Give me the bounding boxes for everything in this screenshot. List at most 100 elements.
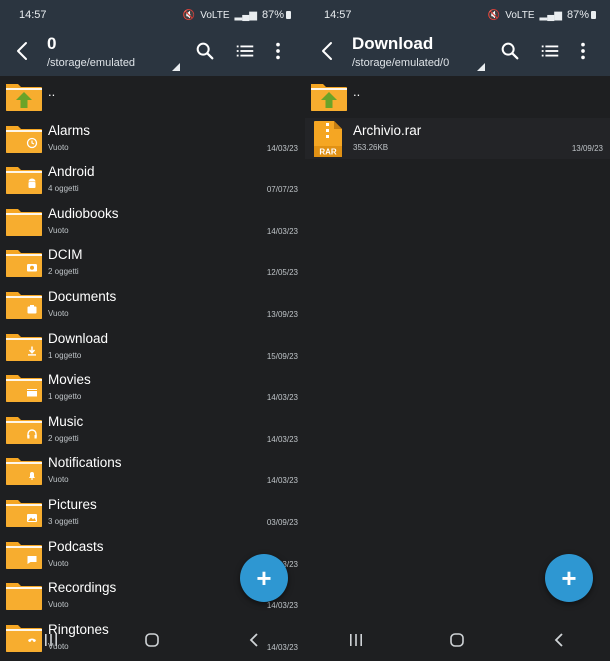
item-name: Recordings [48, 580, 117, 596]
mute-icon: 🔇 [487, 9, 501, 21]
item-meta: Vuoto [48, 225, 69, 235]
item-date: 07/07/23 [266, 185, 298, 195]
list-view-icon[interactable] [234, 40, 256, 62]
item-name: Music [48, 413, 84, 429]
music-folder-icon [6, 416, 42, 444]
battery: 87% [567, 9, 596, 21]
file-list: .. RAR Archivio.rar 353.26KB 13/09/23 [305, 76, 610, 160]
item-date: 13/09/23 [571, 143, 603, 153]
item-date: 03/09/23 [266, 517, 298, 527]
navigation-bar [305, 619, 610, 661]
add-fab-button[interactable]: + [240, 554, 288, 602]
item-meta: 3 oggetti [48, 516, 79, 526]
right-screen: 14:57 🔇 VoLTE ▂▄▆ 87% Download /storage/… [305, 0, 610, 661]
bell-folder-icon [6, 458, 42, 486]
back-nav-icon [554, 633, 563, 647]
path-subtitle: /storage/emulated/0 [352, 57, 450, 69]
item-meta: 1 oggetto [48, 350, 82, 360]
home-button[interactable] [437, 625, 477, 655]
search-icon[interactable] [499, 40, 521, 62]
alarm-folder-icon [6, 125, 42, 153]
more-options-icon[interactable] [267, 40, 289, 62]
add-fab-button[interactable]: + [545, 554, 593, 602]
status-bar: 14:57 🔇 VoLTE ▂▄▆ 87% [305, 0, 610, 30]
title-block[interactable]: 0 /storage/emulated [47, 34, 135, 69]
path-subtitle: /storage/emulated [47, 57, 136, 69]
list-item[interactable]: DCIM 2 oggetti 12/05/23 [0, 242, 305, 284]
home-button[interactable] [132, 625, 172, 655]
parent-directory-row[interactable]: .. [0, 76, 305, 118]
item-meta: Vuoto [48, 308, 69, 318]
item-meta: Vuoto [48, 475, 69, 485]
battery-icon [591, 11, 596, 19]
page-title: 0 [47, 34, 57, 53]
item-date: 14/03/23 [266, 143, 298, 153]
item-name: .. [48, 84, 56, 99]
list-item[interactable]: Notifications Vuoto 14/03/23 [0, 450, 305, 492]
rar-badge-label: RAR [319, 147, 337, 156]
item-date: 14/03/23 [266, 226, 298, 236]
list-item[interactable]: Music 2 oggetti 14/03/23 [0, 409, 305, 451]
parent-folder-icon [311, 84, 347, 111]
item-meta: Vuoto [48, 142, 69, 152]
signal-icon: ▂▄▆ [539, 9, 562, 21]
item-meta: Vuoto [48, 558, 69, 568]
title-block[interactable]: Download /storage/emulated/0 [352, 34, 449, 69]
image-folder-icon [6, 499, 42, 527]
status-time: 14:57 [324, 9, 352, 21]
documents-folder-icon [6, 291, 42, 319]
folder-icon [6, 208, 42, 236]
status-icons: 🔇 VoLTE ▂▄▆ 87% [183, 9, 291, 21]
item-name: .. [353, 84, 361, 99]
list-view-icon[interactable] [539, 40, 561, 62]
item-meta: 2 oggetti [48, 267, 79, 277]
back-nav-button[interactable] [234, 625, 274, 655]
list-item[interactable]: Alarms Vuoto 14/03/23 [0, 118, 305, 160]
item-name: Documents [48, 288, 117, 304]
item-name: DCIM [48, 247, 83, 263]
navigation-bar [0, 619, 305, 661]
item-date: 13/09/23 [266, 309, 298, 319]
chat-folder-icon [6, 541, 42, 569]
recent-apps-button[interactable] [336, 625, 376, 655]
back-arrow-icon[interactable] [11, 39, 35, 63]
recents-icon [349, 634, 362, 646]
item-meta: Vuoto [48, 600, 69, 610]
item-name: Notifications [48, 455, 122, 471]
recents-icon [44, 634, 57, 646]
search-icon[interactable] [194, 40, 216, 62]
rar-file-icon: RAR [314, 120, 342, 157]
dropdown-corner-icon[interactable] [172, 63, 180, 71]
item-name: Archivio.rar [353, 122, 422, 138]
battery-level: 87% [261, 9, 284, 21]
item-date: 14/03/23 [266, 393, 298, 403]
item-date: 12/05/23 [266, 268, 298, 278]
list-item[interactable]: Download 1 oggetto 15/09/23 [0, 326, 305, 368]
parent-folder-icon [6, 84, 42, 111]
status-icons: 🔇 VoLTE ▂▄▆ 87% [488, 9, 596, 21]
item-meta: 1 oggetto [48, 392, 82, 402]
item-date: 15/09/23 [266, 351, 298, 361]
parent-directory-row[interactable]: .. [305, 76, 610, 118]
back-arrow-icon[interactable] [316, 39, 340, 63]
list-item[interactable]: RAR Archivio.rar 353.26KB 13/09/23 [305, 117, 610, 160]
list-item[interactable]: Audiobooks Vuoto 14/03/23 [0, 201, 305, 243]
recent-apps-button[interactable] [31, 625, 71, 655]
item-name: Podcasts [48, 538, 104, 554]
back-nav-button[interactable] [539, 625, 579, 655]
item-name: Download [48, 330, 109, 346]
dropdown-corner-icon[interactable] [477, 63, 485, 71]
page-title: Download [352, 34, 434, 53]
item-name: Alarms [48, 122, 91, 138]
battery-icon [286, 11, 291, 19]
item-date: 14/03/23 [266, 434, 298, 444]
signal-icon: ▂▄▆ [234, 9, 257, 21]
more-options-icon[interactable] [572, 40, 594, 62]
list-item[interactable]: Android 4 oggetti 07/07/23 [0, 159, 305, 201]
list-item[interactable]: Pictures 3 oggetti 03/09/23 [0, 492, 305, 534]
app-bar: 0 /storage/emulated [0, 30, 305, 76]
list-item[interactable]: Movies 1 oggetto 14/03/23 [0, 367, 305, 409]
item-name: Movies [48, 372, 91, 388]
list-item[interactable]: Documents Vuoto 13/09/23 [0, 284, 305, 326]
battery-level: 87% [566, 9, 589, 21]
